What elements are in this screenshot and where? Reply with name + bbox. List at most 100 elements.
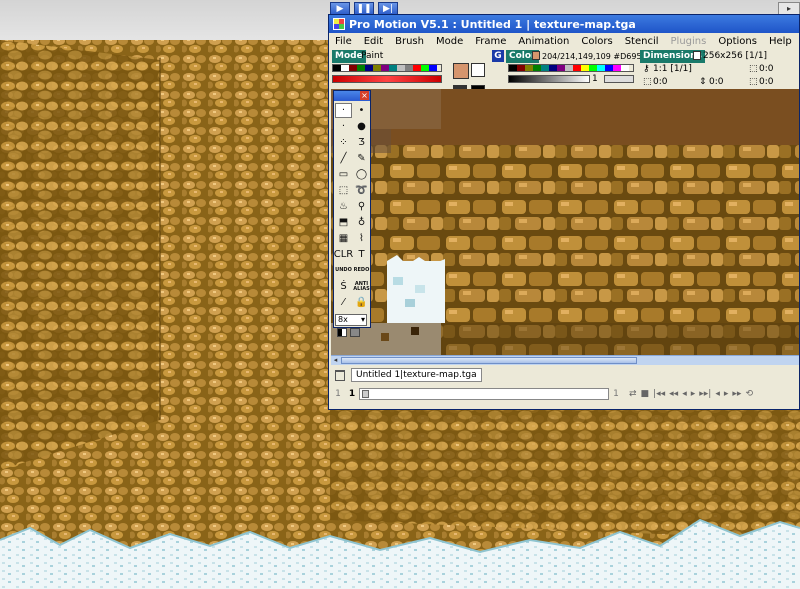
menu-edit[interactable]: Edit	[364, 36, 383, 47]
menu-bar: File Edit Brush Mode Frame Animation Col…	[329, 33, 799, 49]
menu-stencil[interactable]: Stencil	[625, 36, 659, 47]
pro-motion-window: Pro Motion V5.1 : Untitled 1 | texture-m…	[328, 14, 800, 410]
fill-icon[interactable]: ♨	[335, 199, 352, 214]
brush-palette[interactable]	[332, 64, 442, 72]
frame-bar: 1 1 1 ⇄ ■ |◂◂ ◂◂ ◂ ▸ ▸▸| ◂ ▸ ▸▸ ⟲	[331, 385, 799, 403]
pos-c: 0:0	[759, 77, 774, 87]
menu-file[interactable]: File	[335, 36, 352, 47]
frame-slider[interactable]	[359, 388, 609, 400]
menu-animation[interactable]: Animation	[518, 36, 569, 47]
bg-color-swatch[interactable]	[471, 63, 485, 77]
line-icon[interactable]: ╱	[335, 151, 352, 166]
dot-small-brush-icon[interactable]: ·	[335, 103, 352, 118]
frame-start: 1	[335, 389, 341, 399]
rectangle-icon[interactable]: ▭	[335, 167, 352, 182]
text-icon[interactable]: T	[353, 247, 370, 262]
fg-color-swatch[interactable]	[453, 63, 469, 79]
menu-options[interactable]: Options	[718, 36, 757, 47]
menu-brush[interactable]: Brush	[395, 36, 424, 47]
document-tab[interactable]: Untitled 1|texture-map.tga	[351, 368, 482, 382]
ellipse-icon[interactable]: ◯	[353, 167, 370, 182]
brush-scale: 1:1 [1/1]	[653, 64, 692, 74]
undo-icon[interactable]: UNDO	[335, 263, 352, 278]
app-icon	[333, 18, 345, 30]
frame-end: 1	[613, 389, 619, 399]
forward-icon[interactable]: ▸▸|	[699, 389, 711, 399]
offset-icon: ⬚	[749, 64, 758, 74]
menu-colors[interactable]: Colors	[581, 36, 612, 47]
mode-value[interactable]: Paint	[361, 50, 383, 63]
dot-tiny-brush-icon[interactable]: ·	[335, 119, 352, 134]
drawing-canvas[interactable]	[331, 89, 799, 355]
color-replace-icon[interactable]: ⬒	[335, 215, 352, 230]
play-forward-icon[interactable]: ▸▸	[732, 389, 741, 399]
scroll-thumb[interactable]	[341, 357, 637, 364]
tool-palette: × · • · ● ⁘ Ʒ ╱ ✎ ▭ ◯ ⬚ ➰ ♨ ⚲ ⬒ ♁ ▦ ⌇ CLR T UNDO REDO Ṡ ANTI AL…	[333, 90, 371, 337]
menu-plugins: Plugins	[670, 35, 707, 47]
pos-c-icon: ⬚	[749, 77, 758, 87]
texture-pixel-art	[331, 89, 799, 355]
freehand-dots-icon[interactable]: ⁘	[335, 135, 352, 150]
repeat-icon[interactable]: ⟲	[745, 389, 753, 399]
frame-current: 1	[348, 389, 356, 399]
prev-frame-icon[interactable]: ◂	[682, 389, 687, 399]
gradient-bar[interactable]	[332, 75, 442, 83]
menu-help[interactable]: Help	[769, 36, 792, 47]
color-mini-swatch	[532, 51, 540, 60]
lock-icon[interactable]: 🔒	[353, 295, 370, 310]
pen-icon[interactable]: ✎	[353, 151, 370, 166]
close-icon[interactable]: ×	[360, 91, 369, 100]
frame-slider-thumb[interactable]	[362, 390, 369, 398]
pos-b-icon: ⇕	[699, 77, 707, 87]
loop-icon[interactable]: ⇄	[629, 389, 637, 399]
brush-icon: ⚷	[643, 64, 650, 74]
rewind-icon[interactable]: ◂◂	[669, 389, 678, 399]
anti-alias-icon[interactable]: ANTI ALIAS	[353, 279, 370, 294]
gradient-g-button[interactable]: G	[492, 50, 504, 62]
mode-icons	[337, 328, 370, 337]
dropper-icon[interactable]: ⌇	[353, 231, 370, 246]
prev-key-icon[interactable]: ◂	[715, 389, 720, 399]
smudge-icon[interactable]: Ṡ	[335, 279, 352, 294]
first-frame-icon[interactable]: |◂◂	[653, 389, 665, 399]
mode-a-icon[interactable]	[337, 328, 347, 337]
trash-icon[interactable]	[335, 369, 345, 381]
stop-icon[interactable]: ■	[641, 389, 650, 399]
dimensions-value: 256x256 [1/1]	[703, 51, 768, 61]
color-value: 204/214,149,109 #D6956D	[542, 52, 653, 61]
color-index-slider[interactable]	[604, 75, 634, 83]
clear-icon[interactable]: CLR	[334, 247, 354, 262]
menu-mode[interactable]: Mode	[436, 36, 463, 47]
horizontal-scrollbar[interactable]: ◂	[331, 355, 799, 365]
pos-b: 0:0	[709, 77, 724, 87]
zoom-icon[interactable]: ⚲	[353, 199, 370, 214]
spray-icon[interactable]: ♁	[353, 215, 370, 230]
menu-frame[interactable]: Frame	[475, 36, 506, 47]
color-gradient-bar[interactable]	[508, 75, 590, 83]
dot-medium-brush-icon[interactable]: •	[353, 103, 370, 118]
color-palette[interactable]	[508, 64, 634, 72]
tool-palette-header[interactable]: ×	[334, 91, 370, 101]
frame-controls: ⇄ ■ |◂◂ ◂◂ ◂ ▸ ▸▸| ◂ ▸ ▸▸ ⟲	[629, 389, 753, 399]
zoom-select[interactable]: 8x	[335, 314, 367, 326]
document-tab-bar: Untitled 1|texture-map.tga	[331, 367, 799, 383]
offset-xy: 0:0	[759, 64, 774, 74]
redo-icon[interactable]: REDO	[353, 263, 370, 278]
pos-a: 0:0	[653, 77, 668, 87]
color-index-value: 1	[592, 74, 598, 84]
scroll-left-icon[interactable]: ◂	[331, 356, 340, 365]
eyedropper-icon[interactable]: ⁄	[335, 295, 352, 310]
title-bar[interactable]: Pro Motion V5.1 : Untitled 1 | texture-m…	[329, 15, 799, 33]
lasso-icon[interactable]: ➰	[353, 183, 370, 198]
rectangle-select-icon[interactable]: ⬚	[335, 183, 352, 198]
dot-large-brush-icon[interactable]: ●	[353, 119, 370, 134]
window-title: Pro Motion V5.1 : Untitled 1 | texture-m…	[349, 17, 636, 31]
grid-icon[interactable]: ▦	[335, 231, 352, 246]
play-icon[interactable]: ▸	[724, 389, 729, 399]
next-frame-icon[interactable]: ▸	[691, 389, 696, 399]
mode-b-icon[interactable]	[350, 328, 360, 337]
freehand-line-icon[interactable]: Ʒ	[353, 135, 370, 150]
tool-grid: · • · ● ⁘ Ʒ ╱ ✎ ▭ ◯ ⬚ ➰ ♨ ⚲ ⬒ ♁ ▦ ⌇ CLR T UNDO REDO Ṡ ANTI ALIA…	[334, 101, 370, 312]
dimensions-icon	[693, 51, 701, 60]
pos-a-icon: ⬚	[643, 77, 652, 87]
